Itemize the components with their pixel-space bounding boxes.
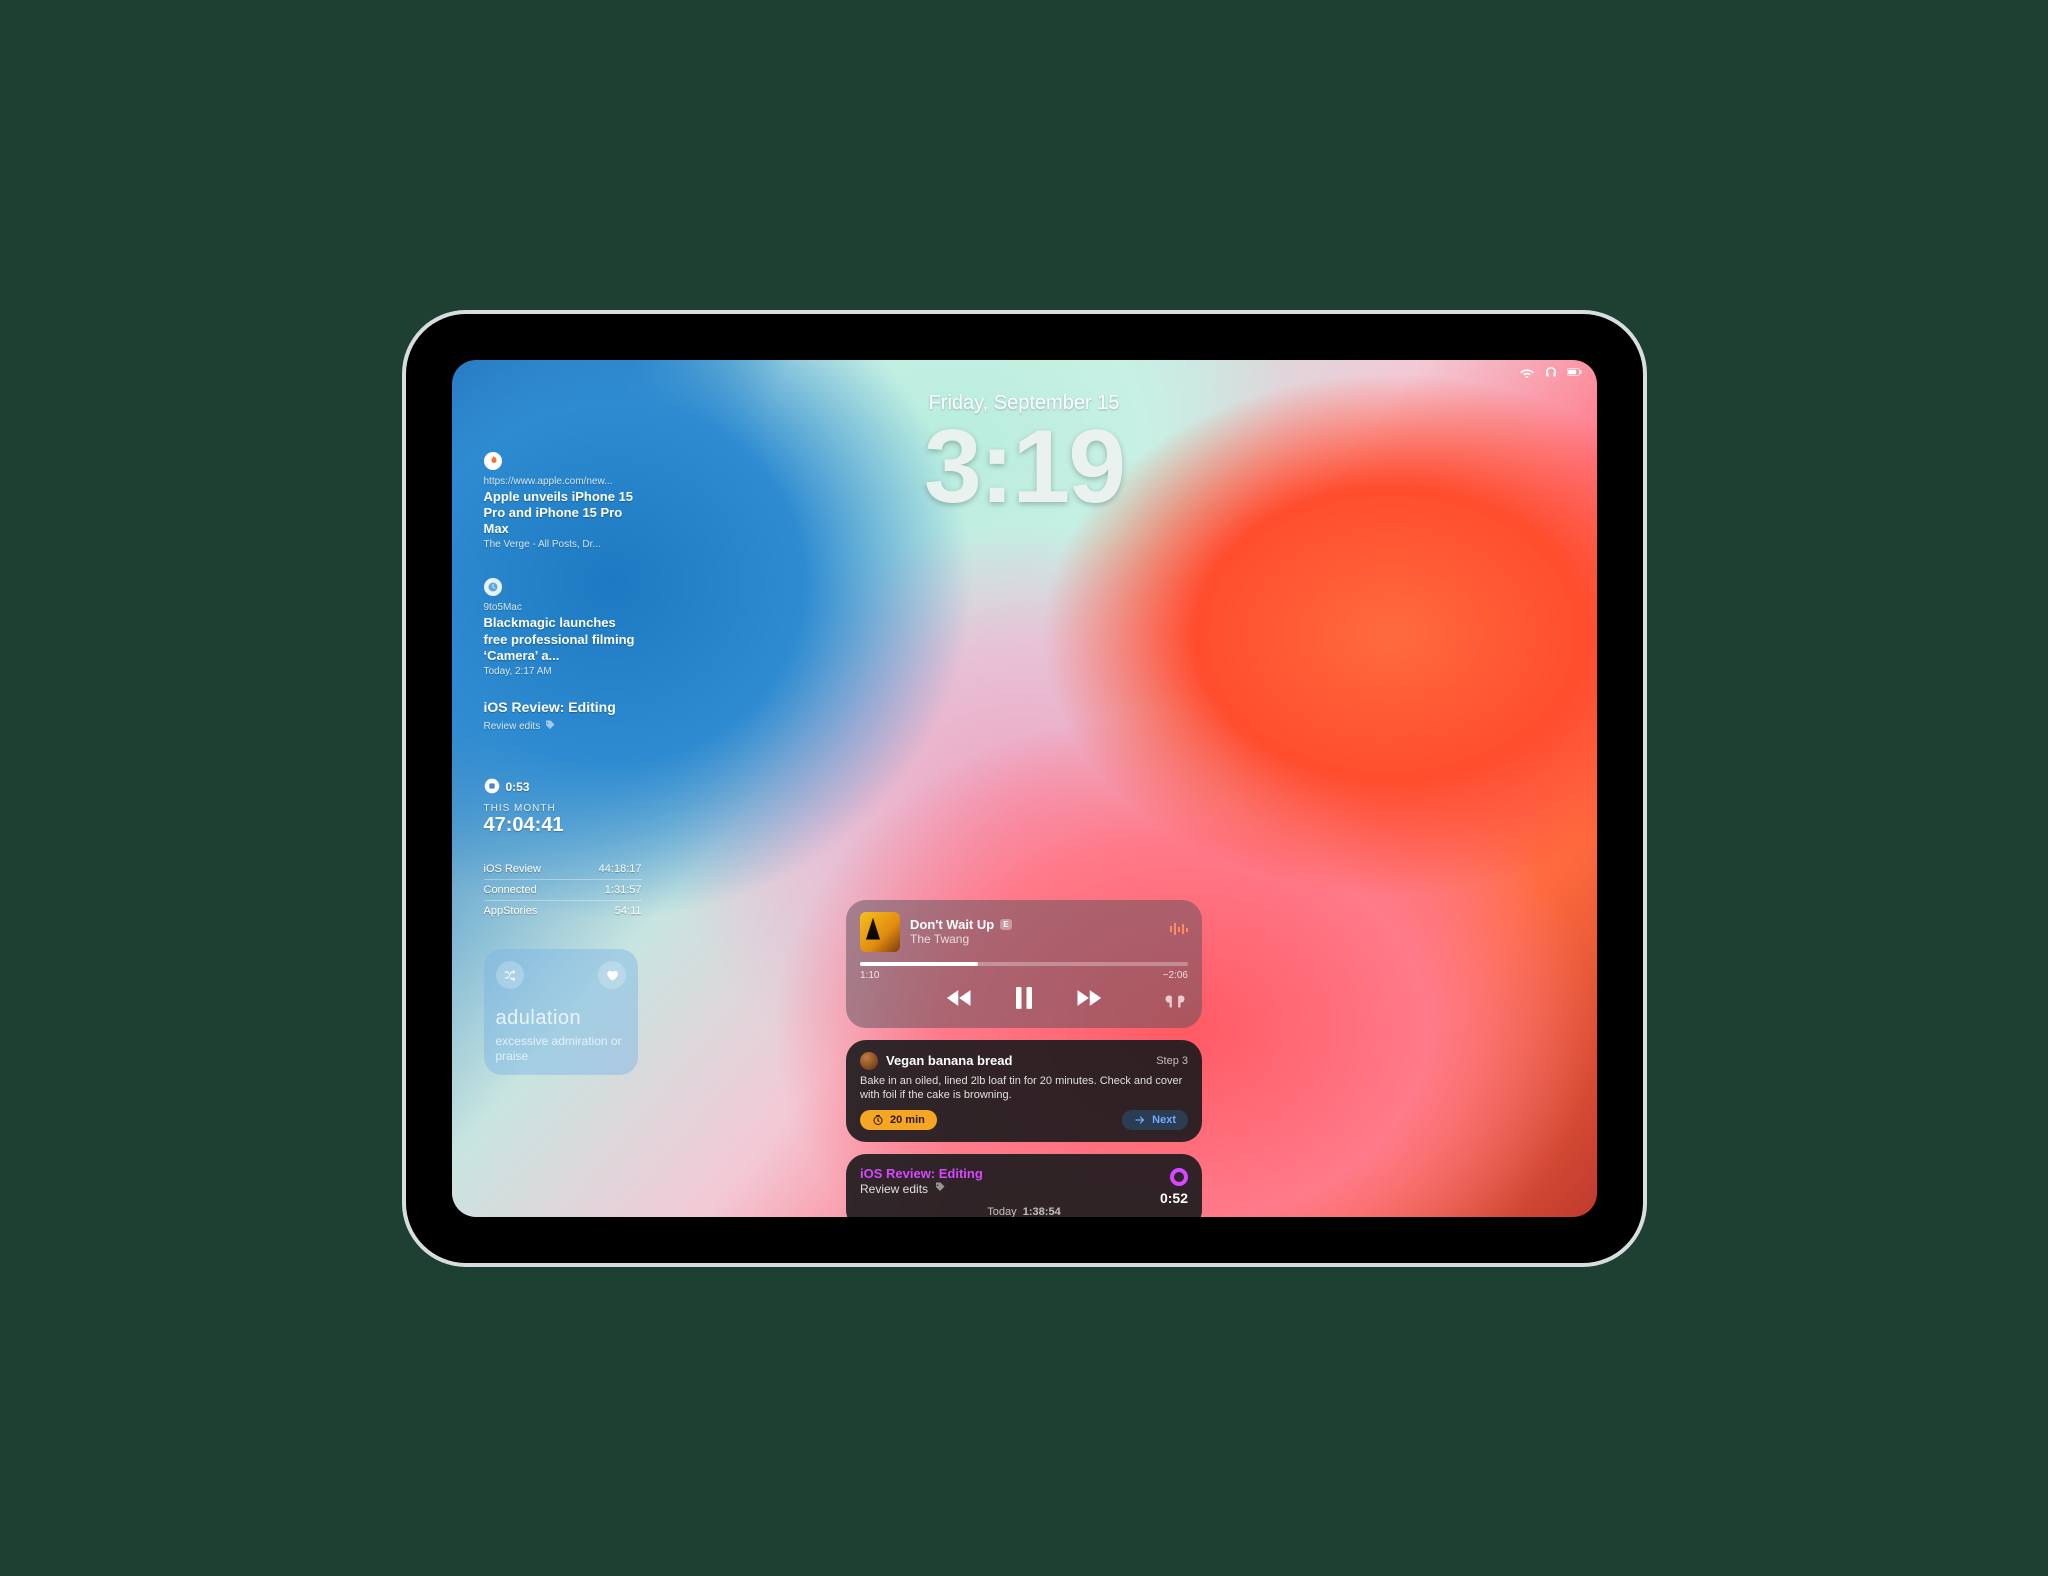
- time-table-widget[interactable]: iOS Review 44:18:17 Connected 1:31:57 AppS…: [484, 859, 642, 921]
- song-artist: The Twang: [910, 932, 1012, 946]
- task-title: iOS Review: Editing: [484, 699, 642, 717]
- recipe-name: Vegan banana bread: [886, 1053, 1012, 1068]
- row-time: 44:18:17: [599, 863, 642, 875]
- recipe-step: Step 3: [1156, 1055, 1188, 1067]
- news-widget-1[interactable]: https://www.apple.com/new... Apple unvei…: [484, 452, 642, 551]
- recipe-timer-button[interactable]: 20 min: [860, 1110, 937, 1130]
- progress-bar[interactable]: 1:10 −2:06: [860, 962, 1188, 981]
- table-row: iOS Review 44:18:17: [484, 859, 642, 880]
- song-title: Don't Wait Up: [910, 917, 994, 932]
- news1-url: https://www.apple.com/new...: [484, 476, 642, 487]
- flame-icon: [484, 452, 502, 470]
- recipe-avatar: [860, 1052, 878, 1070]
- recipe-widget[interactable]: Vegan banana bread Step 3 Bake in an oil…: [846, 1040, 1202, 1143]
- word: adulation: [496, 1007, 626, 1030]
- task-widget[interactable]: iOS Review: Editing Review edits: [484, 699, 642, 734]
- music-player-widget[interactable]: Don't Wait Up E The Twang 1:10 −2:06: [846, 900, 1202, 1028]
- recipe-text: Bake in an oiled, lined 2lb loaf tin for…: [860, 1074, 1188, 1103]
- progress-fill: [860, 962, 978, 966]
- stop-icon[interactable]: [484, 778, 500, 797]
- timery-footer: Today 1:38:54: [860, 1206, 1188, 1216]
- center-stack: Don't Wait Up E The Twang 1:10 −2:06: [846, 900, 1202, 1217]
- timery-footer-prefix: Today: [987, 1206, 1016, 1216]
- recipe-next-label: Next: [1152, 1114, 1176, 1126]
- lock-time: 3:19: [924, 415, 1124, 519]
- row-time: 54:11: [615, 905, 642, 917]
- lock-screen[interactable]: Friday, September 15 3:19 https://www.ap…: [452, 360, 1597, 1217]
- news2-time: Today, 2:17 AM: [484, 666, 642, 677]
- tag-icon: [544, 719, 556, 734]
- airpods-icon[interactable]: [1164, 993, 1186, 1014]
- timery-elapsed: 0:52: [1160, 1190, 1188, 1206]
- word-definition: excessive admiration or praise: [496, 1034, 626, 1064]
- clock-icon: [484, 578, 502, 596]
- news1-source: The Verge - All Posts, Dr...: [484, 539, 642, 550]
- table-row: Connected 1:31:57: [484, 880, 642, 901]
- news-widget-2[interactable]: 9to5Mac Blackmagic launches free profess…: [484, 578, 642, 677]
- table-row: AppStories 54:11: [484, 901, 642, 921]
- forward-button[interactable]: [1074, 987, 1102, 1014]
- wifi-icon: [1519, 366, 1535, 381]
- rewind-button[interactable]: [946, 987, 974, 1014]
- headphones-icon: [1543, 366, 1559, 381]
- time-remaining: −2:06: [1163, 970, 1188, 981]
- word-of-day-widget[interactable]: adulation excessive admiration or praise: [484, 949, 638, 1075]
- recipe-next-button[interactable]: Next: [1122, 1110, 1188, 1130]
- row-name: iOS Review: [484, 863, 541, 875]
- time-tracking-widget[interactable]: 0:53 THIS MONTH 47:04:41: [484, 778, 642, 837]
- news2-source: 9to5Mac: [484, 602, 642, 613]
- timery-widget[interactable]: iOS Review: Editing Review edits 0:52 To…: [846, 1154, 1202, 1216]
- news2-title: Blackmagic launches free professional fi…: [484, 615, 642, 664]
- task-sub: Review edits: [484, 721, 541, 732]
- left-widget-column: https://www.apple.com/new... Apple unvei…: [484, 452, 642, 1075]
- ipad-frame: Friday, September 15 3:19 https://www.ap…: [406, 314, 1643, 1263]
- timer-label: THIS MONTH: [484, 803, 642, 814]
- timery-sub: Review edits: [860, 1182, 928, 1196]
- battery-icon: [1567, 366, 1583, 381]
- news1-title: Apple unveils iPhone 15 Pro and iPhone 1…: [484, 489, 642, 538]
- explicit-badge: E: [1000, 919, 1011, 930]
- timery-footer-time: 1:38:54: [1023, 1206, 1061, 1216]
- album-art[interactable]: [860, 912, 900, 952]
- row-time: 1:31:57: [605, 884, 642, 896]
- timer-total: 47:04:41: [484, 814, 642, 837]
- tag-icon: [934, 1181, 946, 1196]
- heart-icon[interactable]: [598, 961, 626, 989]
- timery-ring-icon[interactable]: [1170, 1168, 1188, 1186]
- time-elapsed: 1:10: [860, 970, 879, 981]
- recipe-timer-label: 20 min: [890, 1114, 925, 1126]
- timer-current: 0:53: [506, 780, 530, 794]
- row-name: Connected: [484, 884, 537, 896]
- shuffle-icon[interactable]: [496, 961, 524, 989]
- status-bar: [1519, 366, 1583, 381]
- pause-button[interactable]: [1010, 987, 1038, 1014]
- timery-title: iOS Review: Editing: [860, 1166, 1188, 1181]
- bezel: Friday, September 15 3:19 https://www.ap…: [422, 330, 1627, 1247]
- audio-visualizer-icon: [1170, 922, 1188, 941]
- datetime: Friday, September 15 3:19: [924, 392, 1124, 519]
- row-name: AppStories: [484, 905, 538, 917]
